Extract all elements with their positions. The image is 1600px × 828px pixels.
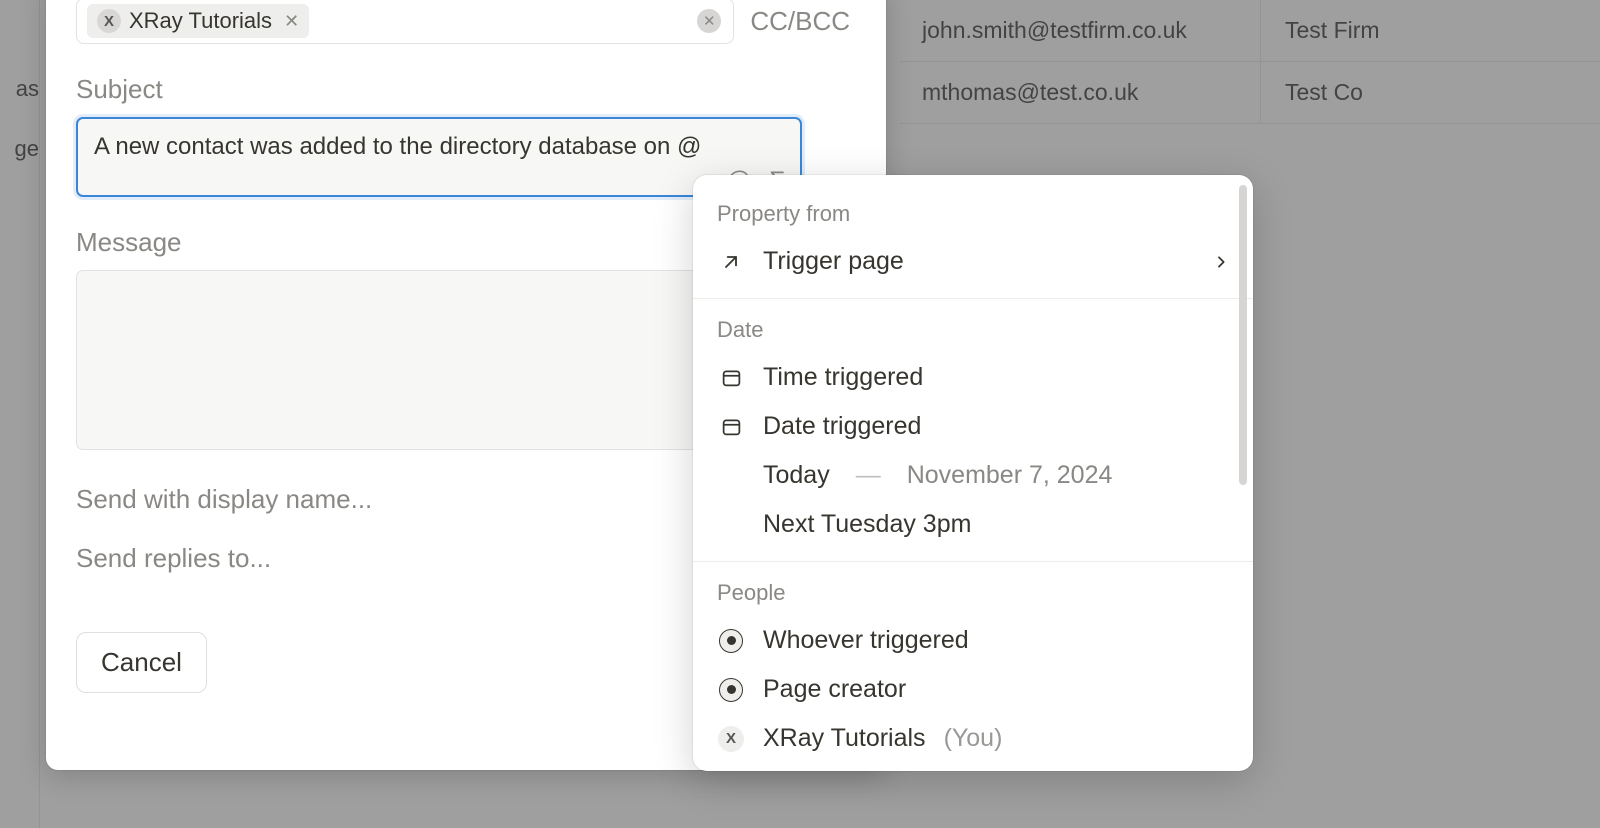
section-label-property: Property from <box>693 195 1253 237</box>
recipient-chip-label: XRay Tutorials <box>129 8 272 34</box>
person-icon <box>717 678 745 702</box>
mention-item-today[interactable]: Today — November 7, 2024 <box>693 451 1253 500</box>
mention-item-next-tuesday[interactable]: Next Tuesday 3pm <box>693 500 1253 549</box>
arrow-up-right-icon <box>717 252 745 272</box>
cancel-button[interactable]: Cancel <box>76 632 207 693</box>
person-icon <box>717 629 745 653</box>
avatar-icon: X <box>717 726 745 752</box>
mention-item-xray-you[interactable]: X XRay Tutorials (You) <box>693 714 1253 763</box>
mention-item-trigger-page[interactable]: Trigger page <box>693 237 1253 286</box>
separator <box>693 561 1253 562</box>
mention-item-time-triggered[interactable]: Time triggered <box>693 353 1253 402</box>
chevron-right-icon <box>1213 254 1229 270</box>
mention-item-label: Date triggered <box>763 412 921 441</box>
cc-bcc-toggle[interactable]: CC/BCC <box>750 6 856 37</box>
section-label-date: Date <box>693 311 1253 353</box>
you-suffix: (You) <box>944 724 1003 753</box>
to-field[interactable]: X XRay Tutorials ✕ ✕ <box>76 0 734 44</box>
mention-popup: Property from Trigger page Date Time tri… <box>693 175 1253 771</box>
avatar-icon: X <box>97 9 121 33</box>
mention-item-whoever-triggered[interactable]: Whoever triggered <box>693 616 1253 665</box>
scrollbar[interactable] <box>1239 185 1247 485</box>
calendar-icon <box>717 416 745 437</box>
recipient-chip[interactable]: X XRay Tutorials ✕ <box>87 4 309 38</box>
mention-item-date-triggered[interactable]: Date triggered <box>693 402 1253 451</box>
mention-item-label: Today <box>763 461 830 490</box>
remove-chip-icon[interactable]: ✕ <box>284 11 299 32</box>
mention-item-label: Page creator <box>763 675 906 704</box>
today-date: November 7, 2024 <box>907 461 1113 490</box>
section-label-people: People <box>693 574 1253 616</box>
clear-to-icon[interactable]: ✕ <box>697 9 721 33</box>
mention-item-label: Time triggered <box>763 363 923 392</box>
calendar-icon <box>717 367 745 388</box>
subject-text: A new contact was added to the directory… <box>94 133 701 160</box>
mention-item-label: Next Tuesday 3pm <box>763 510 971 539</box>
subject-label: Subject <box>76 74 856 105</box>
mention-item-page-creator[interactable]: Page creator <box>693 665 1253 714</box>
mention-item-label: Whoever triggered <box>763 626 969 655</box>
mention-item-label: Trigger page <box>763 247 904 276</box>
dash: — <box>848 461 889 490</box>
mention-item-label: XRay Tutorials <box>763 724 926 753</box>
separator <box>693 298 1253 299</box>
